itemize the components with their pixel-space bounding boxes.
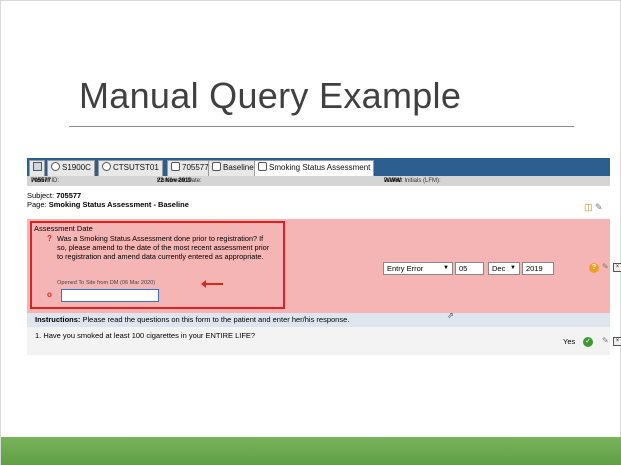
reason-select[interactable]: Entry Error ▼ bbox=[383, 262, 453, 275]
tab-baseline[interactable]: Baseline bbox=[208, 160, 258, 176]
patient-info-bar: Patient ID: 705577 Enrollment Date: 22 N… bbox=[27, 176, 610, 186]
chevron-down-icon: ▼ bbox=[443, 265, 449, 271]
field-label: Assessment Date bbox=[34, 224, 93, 233]
form-icon bbox=[258, 162, 267, 171]
tab-study[interactable]: S1900C bbox=[47, 160, 95, 176]
review-icon[interactable]: × bbox=[613, 263, 621, 272]
question-text: 1. Have you smoked at least 100 cigarett… bbox=[35, 331, 256, 340]
response-icon: o bbox=[47, 290, 52, 299]
site-icon bbox=[102, 162, 111, 171]
tab-home[interactable] bbox=[29, 160, 45, 176]
arrow-left-icon bbox=[201, 280, 223, 288]
tab-smoking-status[interactable]: Smoking Status Assessment bbox=[254, 160, 375, 176]
query-opened-note: Opened To Site from DM (06 Mar 2020) bbox=[57, 280, 156, 286]
folder-icon bbox=[212, 162, 221, 171]
tab-bar: S1900C CTSUTST01 705577 Baseline Smoking… bbox=[27, 158, 610, 176]
review-icon[interactable]: × bbox=[613, 337, 621, 346]
tab-site[interactable]: CTSUTST01 bbox=[98, 160, 163, 176]
query-open-icon[interactable]: ? bbox=[589, 263, 599, 273]
edit-page-icon[interactable]: ✎ bbox=[595, 202, 603, 212]
query-response-input[interactable] bbox=[61, 289, 159, 302]
year-input[interactable]: 2019 bbox=[522, 262, 554, 275]
home-icon bbox=[33, 162, 42, 171]
page-tools: ◫ ✎ bbox=[584, 202, 603, 213]
instructions-row: Instructions: Please read the questions … bbox=[27, 313, 610, 327]
pencil-icon[interactable]: ✎ bbox=[602, 336, 609, 345]
study-icon bbox=[51, 162, 60, 171]
subject-header: Subject: 705577 Page: Smoking Status Ass… bbox=[27, 191, 189, 209]
question-answer[interactable]: Yes bbox=[563, 337, 575, 346]
footer-bar bbox=[1, 437, 621, 465]
slide-title: Manual Query Example bbox=[79, 75, 462, 116]
query-text: Was a Smoking Status Assessment done pri… bbox=[57, 234, 270, 262]
slide: Manual Query Example S1900C CTSUTST01 70… bbox=[0, 0, 621, 465]
month-select[interactable]: Dec ▼ bbox=[488, 262, 520, 275]
title-divider bbox=[69, 126, 574, 127]
tab-patient[interactable]: 705577 bbox=[167, 160, 213, 176]
query-icon: ? bbox=[47, 234, 52, 243]
check-icon: ✓ bbox=[583, 337, 593, 347]
cursor-icon: ⇗ bbox=[447, 311, 454, 320]
patient-icon bbox=[171, 162, 180, 171]
add-page-icon[interactable]: ◫ bbox=[584, 202, 593, 212]
chevron-down-icon: ▼ bbox=[510, 265, 516, 271]
pencil-icon[interactable]: ✎ bbox=[602, 262, 609, 271]
rave-screenshot: S1900C CTSUTST01 705577 Baseline Smoking… bbox=[27, 158, 621, 356]
day-input[interactable]: 05 bbox=[455, 262, 484, 275]
